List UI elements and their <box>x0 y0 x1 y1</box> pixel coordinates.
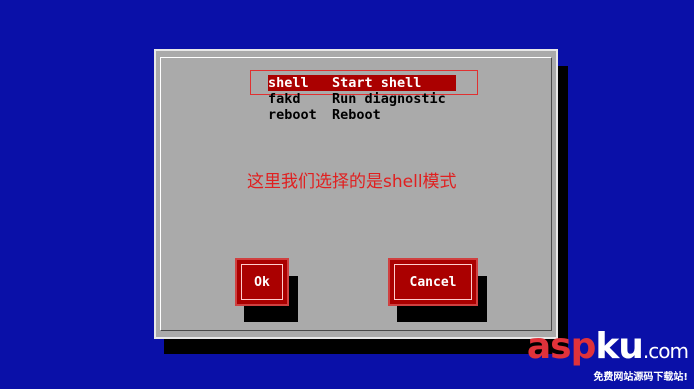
menu-item-reboot[interactable]: reboot Reboot <box>268 107 456 123</box>
menu-item-shell[interactable]: shell Start shell <box>268 75 456 91</box>
rescue-dialog: shell Start shell fakd Run diagnostic rebo… <box>154 49 558 339</box>
menu-item-key: reboot <box>268 107 317 123</box>
dialog-frame: shell Start shell fakd Run diagnostic rebo… <box>160 57 552 331</box>
logo-tld: .com <box>642 339 689 363</box>
logo-brand-white: ku <box>595 326 644 367</box>
cancel-button[interactable]: Cancel <box>388 258 478 306</box>
boot-menu: shell Start shell fakd Run diagnostic rebo… <box>268 75 456 123</box>
menu-item-label: Run diagnostic <box>332 91 446 107</box>
menu-item-label: Reboot <box>332 107 381 123</box>
menu-item-key: shell <box>268 75 309 91</box>
aspku-logo: aspku.com 免费网站源码下载站! <box>527 329 689 384</box>
ok-button-label: Ok <box>254 274 270 290</box>
cancel-button-face: Cancel <box>394 264 472 300</box>
annotation-text: 这里我们选择的是shell模式 <box>247 172 457 192</box>
menu-item-label: Start shell <box>332 75 422 91</box>
logo-tagline: 免费网站源码下载站! <box>593 372 688 383</box>
cancel-button-label: Cancel <box>409 274 457 290</box>
menu-item-fakd[interactable]: fakd Run diagnostic <box>268 91 456 107</box>
ok-button[interactable]: Ok <box>235 258 289 306</box>
ok-button-face: Ok <box>241 264 283 300</box>
menu-item-key: fakd <box>268 91 301 107</box>
logo-brand-red: asp <box>526 326 596 367</box>
